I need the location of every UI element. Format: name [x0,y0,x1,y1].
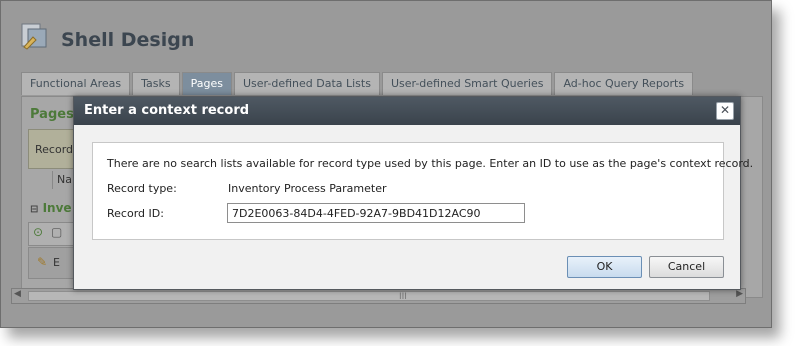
edit-label: E [53,256,60,269]
tab-user-defined-data-lists[interactable]: User-defined Data Lists [234,72,380,95]
tab-tasks[interactable]: Tasks [132,72,180,95]
horizontal-scrollbar[interactable]: ◀ III ▶ [11,288,746,304]
dialog-titlebar: Enter a context record ✕ [74,97,740,125]
app-header: Shell Design [1,1,771,69]
application-window: Shell Design Functional Areas Tasks Page… [0,0,772,328]
scroll-right-icon[interactable]: ▶ [736,289,743,299]
record-id-label: Record ID: [107,207,164,220]
tab-functional-areas[interactable]: Functional Areas [21,72,131,95]
edit-icon[interactable]: ✎ [37,255,47,269]
document-icon[interactable]: ▢ [51,225,62,239]
ok-button[interactable]: OK [567,256,642,278]
record-id-input[interactable] [227,203,525,223]
inventory-section-label: Inve [42,201,72,215]
record-type-value: Inventory Process Parameter [228,182,387,195]
inventory-section-heading[interactable]: ⊟ Inve [30,201,72,215]
tab-user-defined-smart-queries[interactable]: User-defined Smart Queries [381,72,553,95]
tab-bar: Functional Areas Tasks Pages User-define… [21,72,695,96]
shell-design-icon [19,21,49,51]
collapse-icon[interactable]: ⊟ [30,204,38,215]
close-icon[interactable]: ✕ [716,102,734,120]
expand-icon[interactable]: ⊙ [33,225,43,239]
tab-ad-hoc-query-reports[interactable]: Ad-hoc Query Reports [554,72,694,95]
dialog-body-panel: There are no search lists available for … [92,142,753,240]
cancel-button[interactable]: Cancel [649,256,724,278]
tab-pages[interactable]: Pages [181,72,232,95]
scroll-left-icon[interactable]: ◀ [14,289,21,299]
dialog-message: There are no search lists available for … [107,157,754,170]
dialog-title: Enter a context record [84,103,250,118]
pages-section-heading: Pages [30,107,74,122]
scroll-grip: III [399,292,407,302]
page-title: Shell Design [61,29,195,51]
scrollbar-thumb[interactable]: III [28,291,710,302]
context-record-dialog: Enter a context record ✕ There are no se… [73,96,753,290]
record-type-label: Record type: [107,182,177,195]
